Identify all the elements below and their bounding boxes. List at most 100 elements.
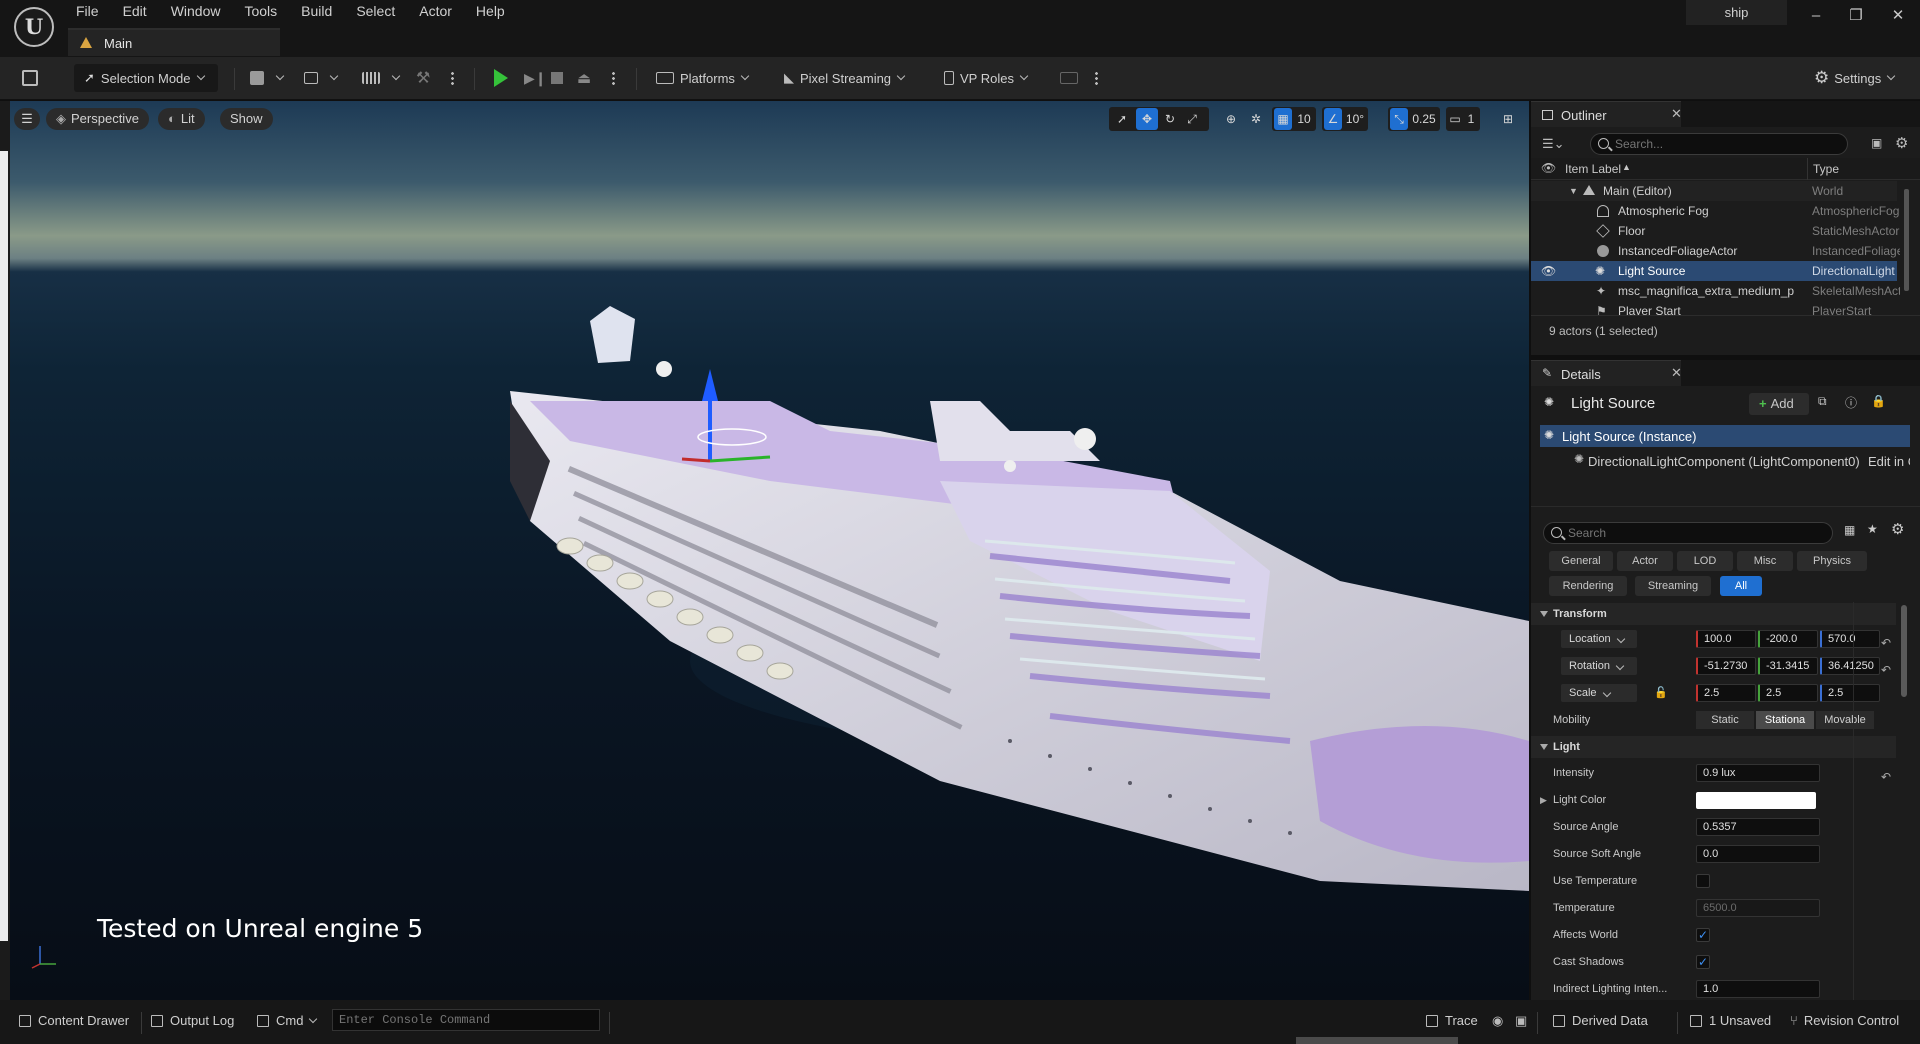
- category-actor[interactable]: Actor: [1617, 551, 1673, 571]
- cinematics-button[interactable]: [362, 64, 401, 92]
- category-streaming[interactable]: Streaming: [1635, 576, 1711, 596]
- scale-z-field[interactable]: 2.5: [1820, 684, 1880, 702]
- filter-icon[interactable]: ☰⌄: [1542, 136, 1565, 152]
- blueprint-convert-icon[interactable]: ⧉: [1818, 394, 1827, 409]
- details-tab[interactable]: ✎ Details ✕: [1531, 360, 1682, 386]
- trace-button[interactable]: Trace: [1426, 1012, 1478, 1030]
- lock-icon[interactable]: 🔓: [1654, 682, 1668, 704]
- revision-control-button[interactable]: ⑂ Revision Control: [1790, 1012, 1899, 1030]
- close-icon[interactable]: ✕: [1885, 4, 1911, 28]
- add-content-button[interactable]: [250, 64, 285, 92]
- favorite-star-icon[interactable]: ★: [1867, 522, 1878, 536]
- mobility-movable[interactable]: Movable: [1816, 711, 1874, 729]
- selection-mode-dropdown[interactable]: ➚ Selection Mode: [74, 64, 218, 92]
- record-icon[interactable]: ◉: [1492, 1012, 1503, 1030]
- visibility-icon[interactable]: 👁: [1541, 261, 1556, 281]
- intensity-field[interactable]: 0.9 lux: [1696, 764, 1820, 782]
- use-temperature-checkbox[interactable]: [1696, 874, 1710, 888]
- details-scrollbar[interactable]: [1901, 605, 1907, 697]
- rotation-z-field[interactable]: 36.41250: [1820, 657, 1880, 675]
- add-folder-icon[interactable]: ▣: [1871, 136, 1882, 150]
- level-viewport[interactable]: ☰ ◈ Perspective ◐ Lit Show ➚ ✥ ↻ ⤢ ⊕ ✲ ▦ 1…: [10, 101, 1529, 1000]
- rotation-snap-value[interactable]: 10°: [1344, 108, 1366, 130]
- outliner-search-input[interactable]: [1615, 136, 1833, 152]
- blueprints-button[interactable]: [304, 64, 339, 92]
- stop-button[interactable]: [551, 64, 563, 92]
- outliner-row[interactable]: Atmospheric Fog AtmosphericFog: [1531, 201, 1899, 221]
- level-tab[interactable]: Main: [68, 28, 280, 56]
- content-drawer-button[interactable]: Content Drawer: [19, 1012, 129, 1030]
- details-search-input[interactable]: [1568, 525, 1813, 541]
- reset-icon[interactable]: ↶: [1881, 659, 1891, 681]
- menu-file[interactable]: File: [64, 3, 111, 19]
- col-item-label[interactable]: Item Label: [1565, 162, 1621, 176]
- source-soft-angle-field[interactable]: 0.0: [1696, 845, 1820, 863]
- output-log-button[interactable]: Output Log: [151, 1012, 234, 1030]
- toolbar-more-button[interactable]: [451, 64, 454, 92]
- restore-icon[interactable]: ❐: [1843, 4, 1869, 28]
- select-tool-icon[interactable]: ➚: [1112, 108, 1132, 130]
- scale-tool-icon[interactable]: ⤢: [1182, 108, 1202, 130]
- menu-edit[interactable]: Edit: [111, 3, 159, 19]
- grid-snap-value[interactable]: 10: [1294, 108, 1314, 130]
- layout-icon[interactable]: ⊞: [1497, 108, 1519, 130]
- location-x-field[interactable]: 100.0: [1696, 630, 1756, 648]
- scale-snap-icon[interactable]: ⤡: [1390, 108, 1408, 130]
- toolbar-more-button-2[interactable]: [1095, 64, 1098, 92]
- source-angle-field[interactable]: 0.5357: [1696, 818, 1820, 836]
- scale-y-field[interactable]: 2.5: [1758, 684, 1818, 702]
- menu-select[interactable]: Select: [344, 3, 407, 19]
- camera-speed-icon[interactable]: ▭: [1448, 108, 1462, 130]
- help-icon[interactable]: ⓘ: [1845, 394, 1857, 411]
- component-instance-row[interactable]: ✺ Light Source (Instance): [1540, 425, 1910, 447]
- play-button[interactable]: [494, 64, 508, 92]
- play-options-button[interactable]: [612, 64, 615, 92]
- actor-name[interactable]: Light Source: [1571, 395, 1655, 412]
- outliner-search[interactable]: [1590, 133, 1848, 155]
- lock-icon[interactable]: 🔒: [1871, 394, 1886, 408]
- view-mode-lit-button[interactable]: ◐ Lit: [158, 108, 205, 130]
- perspective-button[interactable]: ◈ Perspective: [46, 108, 149, 130]
- edit-cpp-link[interactable]: Edit in C++: [1868, 454, 1910, 469]
- world-space-icon[interactable]: ⊕: [1221, 108, 1241, 130]
- eject-button[interactable]: ⏏: [577, 64, 591, 92]
- category-all[interactable]: All: [1720, 576, 1762, 596]
- outliner-scrollbar[interactable]: [1904, 189, 1909, 291]
- category-rendering[interactable]: Rendering: [1549, 576, 1627, 596]
- settings-dropdown[interactable]: ⚙ Settings: [1814, 64, 1896, 92]
- mobility-stationary[interactable]: Stationa: [1756, 711, 1814, 729]
- outliner-row[interactable]: ⚑ Player Start PlayerStart: [1531, 301, 1897, 315]
- transform-section-header[interactable]: Transform: [1531, 603, 1896, 625]
- scale-snap-value[interactable]: 0.25: [1410, 108, 1438, 130]
- surface-snap-icon[interactable]: ✲: [1246, 108, 1266, 130]
- camera-speed-value[interactable]: 1: [1464, 108, 1478, 130]
- rotation-snap-icon[interactable]: ∠: [1324, 108, 1342, 130]
- location-y-field[interactable]: -200.0: [1758, 630, 1818, 648]
- menu-help[interactable]: Help: [464, 3, 517, 19]
- advance-frame-button[interactable]: ▶❙: [524, 64, 547, 92]
- viewport-options-button[interactable]: ☰: [14, 108, 40, 130]
- menu-actor[interactable]: Actor: [407, 3, 464, 19]
- cmd-dropdown[interactable]: Cmd: [257, 1012, 318, 1030]
- unsaved-button[interactable]: 1 Unsaved: [1690, 1012, 1771, 1030]
- category-misc[interactable]: Misc: [1737, 551, 1793, 571]
- pixel-streaming-dropdown[interactable]: ◣ Pixel Streaming: [784, 64, 906, 92]
- outliner-row[interactable]: ✦ msc_magnifica_extra_medium_p SkeletalM…: [1531, 281, 1900, 301]
- expand-icon[interactable]: ▼: [1569, 181, 1578, 201]
- modes-button[interactable]: ⚒: [416, 64, 430, 92]
- grid-snap-icon[interactable]: ▦: [1274, 108, 1292, 130]
- gear-icon[interactable]: ⚙: [1891, 520, 1904, 538]
- component-row[interactable]: ✺ DirectionalLightComponent (LightCompon…: [1540, 449, 1910, 471]
- outliner-row[interactable]: ▼ Main (Editor) World: [1531, 181, 1897, 201]
- light-section-header[interactable]: Light: [1531, 736, 1896, 758]
- location-dropdown[interactable]: Location: [1561, 630, 1637, 648]
- indirect-lighting-field[interactable]: 1.0: [1696, 980, 1820, 998]
- reset-icon[interactable]: ↶: [1881, 766, 1891, 788]
- menu-build[interactable]: Build: [289, 3, 344, 19]
- table-view-icon[interactable]: ▦: [1844, 523, 1855, 537]
- reset-icon[interactable]: ↶: [1881, 632, 1891, 654]
- translate-tool-icon[interactable]: ✥: [1136, 108, 1158, 130]
- show-button[interactable]: Show: [220, 108, 273, 130]
- category-physics[interactable]: Physics: [1797, 551, 1867, 571]
- location-z-field[interactable]: 570.0: [1820, 630, 1880, 648]
